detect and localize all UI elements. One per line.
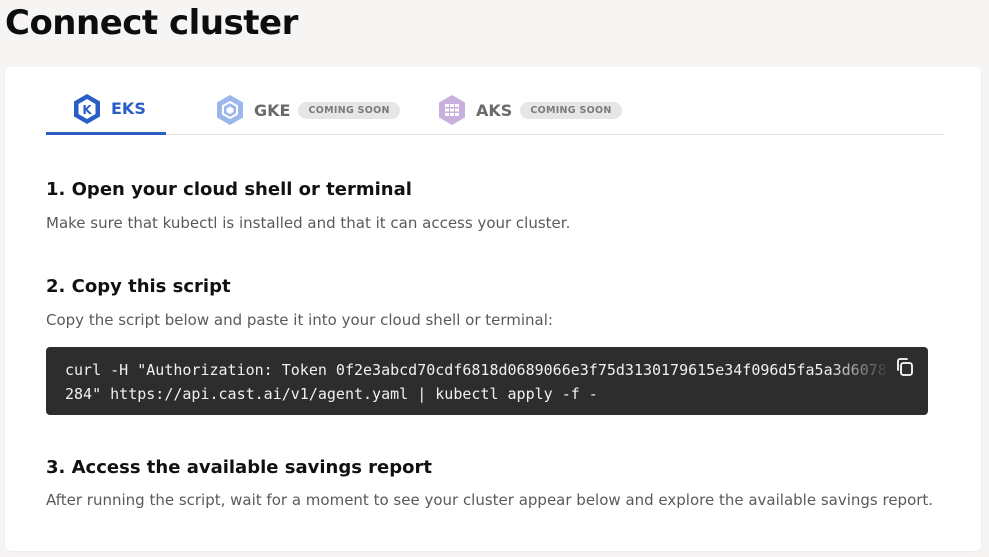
coming-soon-badge: COMING SOON [520,101,622,119]
step-2-description: Copy the script below and paste it into … [46,311,553,329]
step-2-title: 2. Copy this script [46,276,231,297]
provider-tabs: K EKS GKE COMING SOON AKS COMING SOON [46,85,944,135]
tab-eks[interactable]: K EKS [46,85,166,135]
kubernetes-k-icon: K [74,93,100,124]
script-code[interactable]: curl -H "Authorization: Token 0f2e3abcd7… [65,358,889,406]
tab-eks-label: EKS [111,99,146,118]
tab-aks-label: AKS [476,100,513,120]
code-fade-overlay [828,347,888,381]
script-code-block[interactable]: curl -H "Authorization: Token 0f2e3abcd7… [46,347,928,415]
connect-cluster-card: K EKS GKE COMING SOON AKS COMING SOON 1.… [5,67,981,551]
page-title: Connect cluster [5,3,298,43]
step-3-title: 3. Access the available savings report [46,457,432,478]
step-1-description: Make sure that kubectl is installed and … [46,214,571,232]
tab-aks[interactable]: AKS COMING SOON [436,85,622,135]
copy-icon[interactable] [894,356,916,378]
gke-hexagon-icon [217,95,243,125]
tab-gke[interactable]: GKE COMING SOON [214,85,400,135]
aks-hexagon-icon [439,95,465,125]
svg-text:K: K [82,103,92,117]
tab-gke-label: GKE [254,100,291,120]
coming-soon-badge: COMING SOON [298,101,400,119]
step-3-description: After running the script, wait for a mom… [46,491,934,509]
step-1-title: 1. Open your cloud shell or terminal [46,179,412,200]
